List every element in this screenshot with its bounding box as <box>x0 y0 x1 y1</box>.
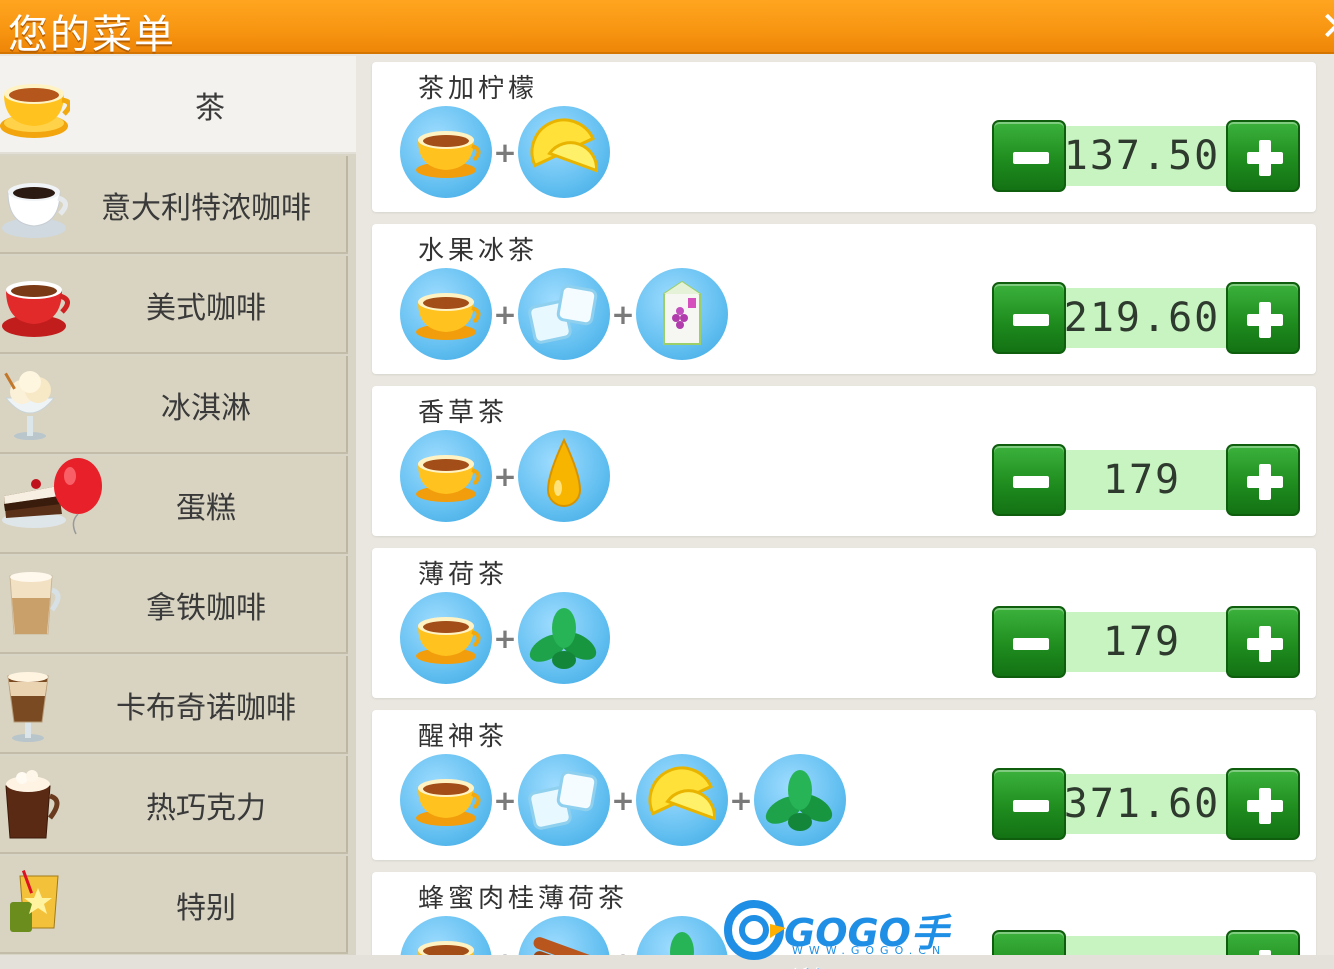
sidebar-item-label: 热巧克力 <box>146 791 266 826</box>
tea-icon <box>400 268 492 360</box>
sidebar-item-cake[interactable]: 蛋糕 <box>0 456 348 554</box>
close-icon[interactable]: ✕ <box>1320 4 1334 50</box>
recipe-name: 香草茶 <box>418 398 509 428</box>
sidebar-item-ice-cream[interactable]: 冰淇淋 <box>0 356 348 454</box>
plus-separator: + <box>493 459 517 493</box>
tea-icon <box>400 754 492 846</box>
ingredient-list: + <box>400 592 610 684</box>
espresso-cup-icon <box>0 168 70 242</box>
recipe-card-fruit-iced-tea: 水果冰茶 + + 219.60 <box>372 224 1316 374</box>
price-value: 219.60 <box>1063 295 1221 341</box>
recipe-card-tea-lemon: 茶加柠檬 + 137.50 <box>372 62 1316 212</box>
price-value: 137.50 <box>1063 133 1221 179</box>
hot-chocolate-icon <box>0 768 70 842</box>
sidebar-item-label: 蛋糕 <box>176 491 236 526</box>
recipe-card-refreshing-tea: 醒神茶 + + + 371.60 <box>372 710 1316 860</box>
latte-glass-icon <box>0 568 70 642</box>
sidebar-item-label: 美式咖啡 <box>146 291 266 326</box>
grape-juice-icon <box>636 268 728 360</box>
sidebar-item-espresso[interactable]: 意大利特浓咖啡 <box>0 156 348 254</box>
lemon-icon <box>636 754 728 846</box>
plus-separator: + <box>729 783 753 817</box>
plus-separator: + <box>611 783 635 817</box>
increase-button[interactable] <box>1226 768 1300 840</box>
plus-separator: + <box>611 297 635 331</box>
ingredient-list: + + <box>400 268 728 360</box>
sidebar-item-latte[interactable]: 拿铁咖啡 <box>0 556 348 654</box>
plus-separator: + <box>493 297 517 331</box>
tea-icon <box>400 592 492 684</box>
ice-cube-icon <box>518 754 610 846</box>
price-stepper: 137.50 <box>992 120 1300 192</box>
mint-icon <box>518 592 610 684</box>
recipe-name: 薄荷茶 <box>418 560 509 590</box>
watermark-logo: GOGO手游网 WWW.GOGO.CN <box>724 898 974 969</box>
cappuccino-glass-icon <box>0 668 70 742</box>
recipe-name: 茶加柠檬 <box>418 74 539 104</box>
watermark-subtext: WWW.GOGO.CN <box>792 944 947 957</box>
increase-button[interactable] <box>1226 282 1300 354</box>
gogo-logo-icon <box>724 900 786 960</box>
ice-cream-icon <box>0 368 70 442</box>
recipe-name: 水果冰茶 <box>418 236 539 266</box>
ingredient-list: + <box>400 106 610 198</box>
special-drink-icon <box>0 868 70 942</box>
sidebar-item-special[interactable]: 特别 <box>0 856 348 954</box>
sidebar-item-label: 拿铁咖啡 <box>146 591 266 626</box>
ice-cube-icon <box>518 268 610 360</box>
sidebar-item-label: 冰淇淋 <box>161 391 251 426</box>
oil-drop-icon <box>518 430 610 522</box>
category-sidebar: 茶 意大利特浓咖啡 美式咖啡 冰淇淋 蛋糕 拿铁咖啡 卡布奇诺咖啡 热巧克力 特… <box>0 56 356 969</box>
ingredient-list: + + + <box>400 754 846 846</box>
sidebar-item-label: 卡布奇诺咖啡 <box>116 691 296 726</box>
sidebar-item-label: 特别 <box>176 891 236 926</box>
increase-button[interactable] <box>1226 606 1300 678</box>
sidebar-item-label: 意大利特浓咖啡 <box>101 191 311 226</box>
ingredient-list: + <box>400 430 610 522</box>
recipe-name: 醒神茶 <box>418 722 509 752</box>
bottom-edge <box>0 955 1334 969</box>
sidebar-item-tea[interactable]: 茶 <box>0 56 356 154</box>
price-value: 371.60 <box>1063 781 1221 827</box>
mint-icon <box>754 754 846 846</box>
sidebar-item-cappuccino[interactable]: 卡布奇诺咖啡 <box>0 656 348 754</box>
recipe-name: 蜂蜜肉桂薄荷茶 <box>418 884 629 914</box>
increase-button[interactable] <box>1226 444 1300 516</box>
recipe-list: 茶加柠檬 + 137.50 水果冰茶 + + 219.60 香草茶 + 179 … <box>372 62 1318 969</box>
watermark-text: GOGO手游网 <box>784 911 949 969</box>
increase-button[interactable] <box>1226 120 1300 192</box>
tea-icon <box>400 430 492 522</box>
red-coffee-cup-icon <box>0 268 70 342</box>
price-value: 179 <box>1102 457 1182 503</box>
sidebar-item-hot-chocolate[interactable]: 热巧克力 <box>0 756 348 854</box>
recipe-card-herbal-tea: 香草茶 + 179 <box>372 386 1316 536</box>
tea-icon <box>400 106 492 198</box>
price-stepper: 219.60 <box>992 282 1300 354</box>
plus-separator: + <box>493 783 517 817</box>
price-stepper: 371.60 <box>992 768 1300 840</box>
header-bar: 您的菜单 ✕ <box>0 0 1334 58</box>
tea-cup-icon <box>0 68 72 142</box>
price-stepper: 179 <box>992 444 1300 516</box>
plus-separator: + <box>493 621 517 655</box>
recipe-card-mint-tea: 薄荷茶 + 179 <box>372 548 1316 698</box>
price-stepper: 179 <box>992 606 1300 678</box>
sidebar-item-label: 茶 <box>195 91 225 126</box>
page-title: 您的菜单 <box>8 12 176 58</box>
plus-separator: + <box>493 135 517 169</box>
price-value: 179 <box>1102 619 1182 665</box>
sidebar-item-americano[interactable]: 美式咖啡 <box>0 256 348 354</box>
lemon-icon <box>518 106 610 198</box>
